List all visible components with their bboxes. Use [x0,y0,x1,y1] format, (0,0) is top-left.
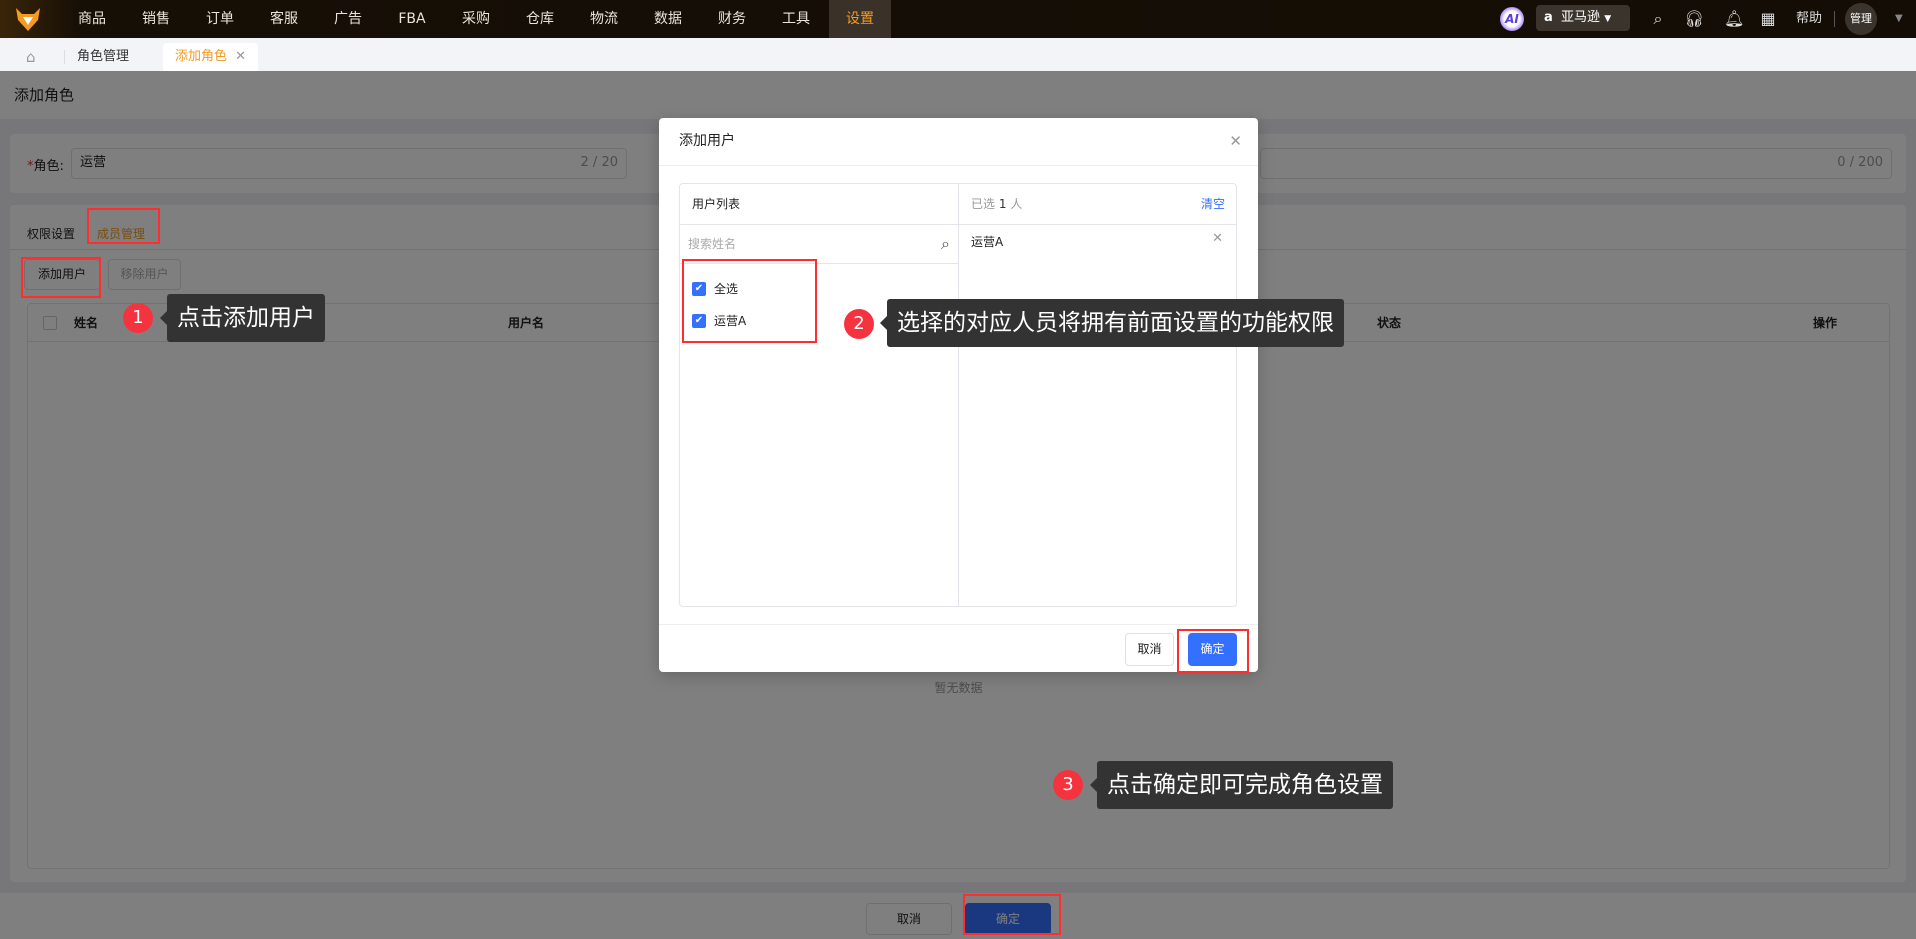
nav-item-finance[interactable]: 财务 [700,0,764,38]
divider [64,50,65,64]
nav-item-purchase[interactable]: 采购 [444,0,508,38]
nav-item-service[interactable]: 客服 [252,0,316,38]
step-number: 1 [123,303,153,333]
user-caret-icon[interactable]: ▼ [1895,0,1903,38]
add-user-dialog: 添加用户 ✕ 用户列表 搜索姓名 ⌕ ✔ 全选 ✔ 运营A 已选 1 人 清空 运营… [659,118,1258,672]
fox-logo-icon[interactable] [14,6,42,32]
nav-item-products[interactable]: 商品 [60,0,124,38]
search-input[interactable]: 搜索姓名 ⌕ [680,224,958,264]
tab-role-management[interactable]: 角色管理 [77,43,129,71]
selected-pane: 已选 1 人 清空 运营A ✕ [959,184,1237,606]
search-icon[interactable]: ⌕ [941,225,950,263]
user-list-title: 用户列表 [692,197,741,211]
store-name: 亚马逊 [1561,10,1601,25]
checkbox-checked-icon[interactable]: ✔ [692,281,706,296]
remove-icon[interactable]: ✕ [1212,231,1223,246]
step-tooltip: 点击添加用户 [160,294,325,342]
clear-link[interactable]: 清空 [1201,184,1225,224]
tab-add-role[interactable]: 添加角色 ✕ [163,43,259,71]
dialog-confirm-button[interactable]: 确定 [1188,633,1237,666]
close-icon[interactable]: ✕ [235,49,246,64]
nav-item-ads[interactable]: 广告 [316,0,380,38]
step-number: 3 [1053,770,1083,800]
selected-item: 运营A [971,235,1004,249]
headset-icon[interactable]: 🎧︎ [1684,9,1704,29]
ai-icon[interactable]: AI [1500,7,1524,31]
step-number: 2 [844,309,874,339]
divider [959,224,1237,225]
user-list-pane: 用户列表 搜索姓名 ⌕ ✔ 全选 ✔ 运营A [680,184,959,606]
page-tabs: ⌂ 角色管理 添加角色 ✕ [0,38,1916,71]
nav-item-orders[interactable]: 订单 [188,0,252,38]
dialog-title: 添加用户 [679,133,735,149]
option-select-all[interactable]: ✔ 全选 [692,280,738,297]
tab-label: 添加角色 [175,49,228,64]
caret-down-icon: ▼ [1604,14,1612,24]
help-link[interactable]: 帮助 [1796,0,1822,38]
nav-item-sales[interactable]: 销售 [124,0,188,38]
apps-grid-icon[interactable]: ▦ [1758,9,1778,29]
nav-item-logistics[interactable]: 物流 [572,0,636,38]
checkbox-checked-icon[interactable]: ✔ [692,313,706,328]
divider [659,624,1258,625]
bell-icon[interactable]: 🔔︎ [1724,9,1744,29]
selected-count: 已选 1 人 [971,197,1023,211]
store-selector[interactable]: a 亚马逊 ▼ [1536,5,1630,31]
transfer-panel: 用户列表 搜索姓名 ⌕ ✔ 全选 ✔ 运营A 已选 1 人 清空 运营A ✕ [679,183,1237,607]
search-placeholder: 搜索姓名 [688,237,737,251]
nav-item-data[interactable]: 数据 [636,0,700,38]
nav-item-tools[interactable]: 工具 [764,0,828,38]
divider [659,165,1258,166]
step-tooltip: 点击确定即可完成角色设置 [1090,761,1393,809]
home-icon[interactable]: ⌂ [26,43,36,71]
nav-item-settings[interactable]: 设置 [829,0,891,38]
nav-item-warehouse[interactable]: 仓库 [508,0,572,38]
top-nav: 商品 销售 订单 客服 广告 FBA 采购 仓库 物流 数据 财务 工具 设置 … [0,0,1916,38]
option-user[interactable]: ✔ 运营A [692,312,746,329]
amazon-icon: a [1544,10,1553,25]
search-icon[interactable]: ⌕ [1648,9,1668,29]
divider [1834,11,1835,27]
avatar[interactable]: 管理 [1845,3,1877,35]
nav-item-fba[interactable]: FBA [380,0,444,38]
dialog-cancel-button[interactable]: 取消 [1125,633,1174,666]
close-icon[interactable]: ✕ [1229,118,1242,165]
step-tooltip: 选择的对应人员将拥有前面设置的功能权限 [880,299,1344,347]
